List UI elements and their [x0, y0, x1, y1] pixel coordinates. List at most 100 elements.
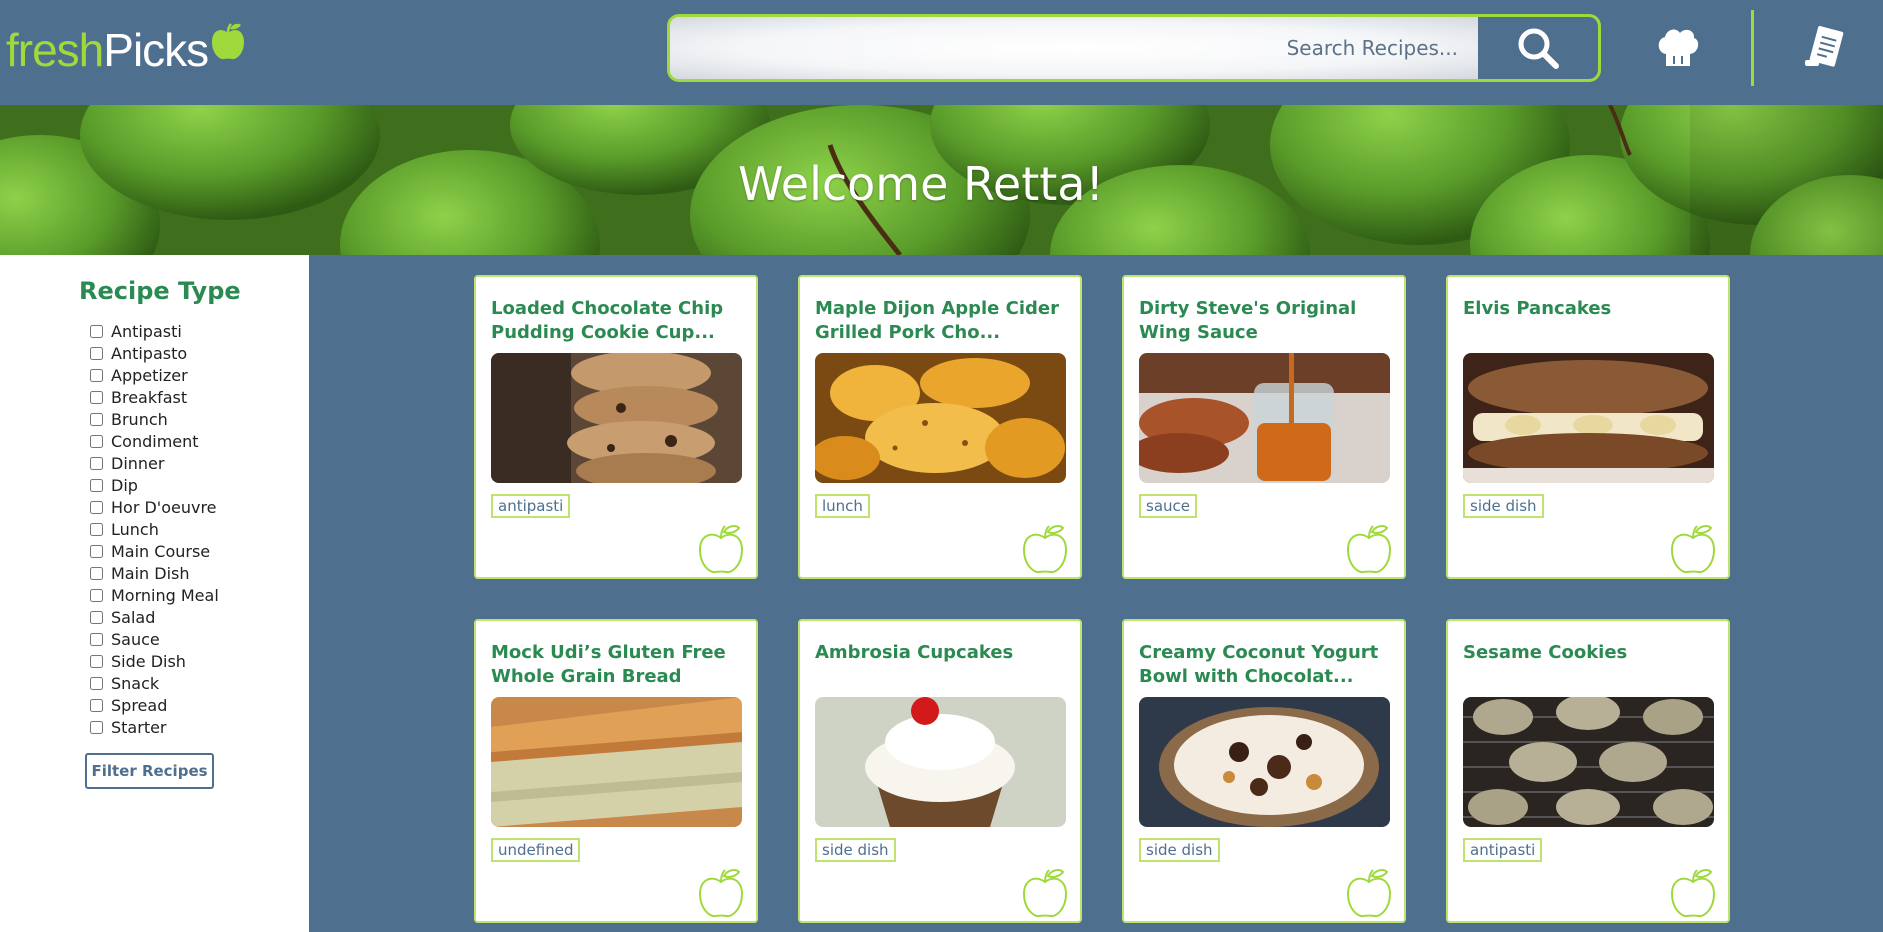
recipe-type-label: Dip [111, 475, 138, 495]
recipe-type-checkbox[interactable] [90, 698, 103, 712]
chef-hat-icon[interactable] [1654, 24, 1702, 72]
recipe-type-tag: lunch [815, 494, 870, 518]
recipe-type-checkbox[interactable] [90, 412, 103, 426]
recipe-type-label: Antipasto [111, 343, 188, 363]
apple-icon[interactable] [697, 867, 745, 919]
recipe-type-checkbox[interactable] [90, 456, 103, 470]
recipe-card[interactable]: Mock Udi’s Gluten Free Whole Grain Bread… [474, 619, 758, 923]
recipe-card[interactable]: Creamy Coconut Yogurt Bowl with Chocolat… [1122, 619, 1406, 923]
recipe-type-checkbox[interactable] [90, 720, 103, 734]
recipe-type-option[interactable]: Appetizer [90, 364, 219, 386]
recipe-type-checkbox[interactable] [90, 544, 103, 558]
apple-icon[interactable] [1021, 867, 1069, 919]
recipe-type-tag: antipasti [491, 494, 571, 518]
recipe-type-checkbox[interactable] [90, 390, 103, 404]
recipe-type-label: Appetizer [111, 365, 188, 385]
recipe-title[interactable]: Dirty Steve's Original Wing Sauce [1139, 297, 1394, 345]
recipe-type-option[interactable]: Dinner [90, 452, 219, 474]
apple-icon [211, 19, 245, 73]
search-input[interactable] [670, 17, 1478, 79]
recipe-type-checkbox[interactable] [90, 500, 103, 514]
search-button[interactable] [1478, 17, 1598, 79]
welcome-heading: Welcome Retta! [738, 157, 1104, 211]
recipe-card[interactable]: Maple Dijon Apple Cider Grilled Pork Cho… [798, 275, 1082, 579]
recipe-type-option[interactable]: Antipasti [90, 320, 219, 342]
recipe-image[interactable] [1463, 697, 1714, 827]
recipe-type-checkbox[interactable] [90, 632, 103, 646]
recipe-title[interactable]: Loaded Chocolate Chip Pudding Cookie Cup… [491, 297, 746, 345]
freshpicks-logo[interactable]: fresh Picks [6, 20, 245, 80]
recipe-type-option[interactable]: Lunch [90, 518, 219, 540]
recipe-type-option[interactable]: Main Dish [90, 562, 219, 584]
recipe-type-option[interactable]: Breakfast [90, 386, 219, 408]
recipe-type-option[interactable]: Antipasto [90, 342, 219, 364]
recipe-type-option[interactable]: Starter [90, 716, 219, 738]
recipe-type-label: Spread [111, 695, 168, 715]
recipe-type-heading: Recipe Type [79, 277, 241, 305]
recipe-image[interactable] [1139, 353, 1390, 483]
recipe-type-checkbox[interactable] [90, 346, 103, 360]
recipe-card[interactable]: Ambrosia Cupcakes side dish [798, 619, 1082, 923]
recipe-type-option[interactable]: Hor D'oeuvre [90, 496, 219, 518]
recipe-type-checkbox[interactable] [90, 676, 103, 690]
recipe-type-label: Breakfast [111, 387, 188, 407]
apple-icon[interactable] [1669, 523, 1717, 575]
apple-icon[interactable] [697, 523, 745, 575]
recipe-type-checkbox[interactable] [90, 522, 103, 536]
recipe-type-checkbox[interactable] [90, 566, 103, 580]
recipe-image[interactable] [491, 353, 742, 483]
recipe-type-tag: side dish [1139, 838, 1220, 862]
top-bar: fresh Picks [0, 0, 1883, 105]
apple-icon[interactable] [1669, 867, 1717, 919]
apple-icon[interactable] [1345, 867, 1393, 919]
recipe-type-option[interactable]: Dip [90, 474, 219, 496]
recipe-type-option[interactable]: Salad [90, 606, 219, 628]
recipe-title[interactable]: Ambrosia Cupcakes [815, 641, 1070, 665]
recipe-type-checkbox[interactable] [90, 434, 103, 448]
recipe-type-checkbox[interactable] [90, 588, 103, 602]
recipe-list-icon[interactable] [1801, 24, 1849, 72]
recipe-card[interactable]: Dirty Steve's Original Wing Sauce sauce [1122, 275, 1406, 579]
recipe-type-option[interactable]: Side Dish [90, 650, 219, 672]
recipe-type-tag: side dish [1463, 494, 1544, 518]
recipe-title[interactable]: Creamy Coconut Yogurt Bowl with Chocolat… [1139, 641, 1394, 689]
recipe-type-label: Brunch [111, 409, 168, 429]
recipe-type-checkbox[interactable] [90, 368, 103, 382]
recipe-card[interactable]: Elvis Pancakes side dish [1446, 275, 1730, 579]
recipe-type-option[interactable]: Morning Meal [90, 584, 219, 606]
recipe-type-label: Dinner [111, 453, 165, 473]
apple-icon[interactable] [1021, 523, 1069, 575]
header-divider [1751, 10, 1754, 86]
recipe-type-checkbox[interactable] [90, 654, 103, 668]
recipe-image[interactable] [1463, 353, 1714, 483]
recipe-image[interactable] [815, 697, 1066, 827]
recipe-type-checkbox[interactable] [90, 610, 103, 624]
recipe-card[interactable]: Loaded Chocolate Chip Pudding Cookie Cup… [474, 275, 758, 579]
recipe-type-option[interactable]: Condiment [90, 430, 219, 452]
recipe-type-label: Starter [111, 717, 167, 737]
recipe-title[interactable]: Maple Dijon Apple Cider Grilled Pork Cho… [815, 297, 1070, 345]
recipe-type-tag: side dish [815, 838, 896, 862]
recipe-title[interactable]: Elvis Pancakes [1463, 297, 1718, 321]
recipe-type-checkbox[interactable] [90, 324, 103, 338]
recipe-image[interactable] [815, 353, 1066, 483]
recipe-title[interactable]: Sesame Cookies [1463, 641, 1718, 665]
recipe-type-option[interactable]: Brunch [90, 408, 219, 430]
recipe-type-option[interactable]: Sauce [90, 628, 219, 650]
filter-recipes-button[interactable]: Filter Recipes [85, 753, 214, 789]
recipe-image[interactable] [491, 697, 742, 827]
recipe-type-label: Sauce [111, 629, 160, 649]
recipe-type-option[interactable]: Main Course [90, 540, 219, 562]
recipe-type-option[interactable]: Snack [90, 672, 219, 694]
recipe-type-checkbox[interactable] [90, 478, 103, 492]
recipe-type-list: Antipasti Antipasto Appetizer Breakfast … [90, 320, 219, 738]
logo-fresh-text: fresh [6, 24, 104, 76]
recipe-image[interactable] [1139, 697, 1390, 827]
recipe-type-label: Lunch [111, 519, 159, 539]
recipe-card[interactable]: Sesame Cookies antipasti [1446, 619, 1730, 923]
recipe-title[interactable]: Mock Udi’s Gluten Free Whole Grain Bread [491, 641, 746, 689]
recipe-type-option[interactable]: Spread [90, 694, 219, 716]
apple-icon[interactable] [1345, 523, 1393, 575]
recipe-type-label: Side Dish [111, 651, 186, 671]
recipe-type-label: Hor D'oeuvre [111, 497, 217, 517]
